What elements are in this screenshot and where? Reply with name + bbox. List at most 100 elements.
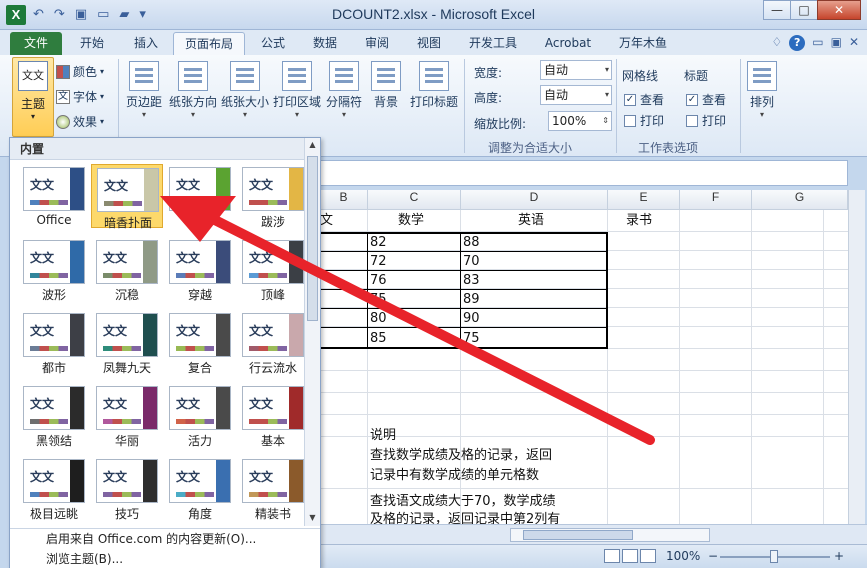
theme-thumbnail[interactable]: 文文 华丽 [91,383,163,448]
height-combo[interactable]: 自动 ▾ [540,85,612,105]
note-line[interactable]: 记录中有数学成绩的单元格数 [370,466,539,485]
theme-thumbnail[interactable]: 文文 沉稳 [91,237,163,302]
theme-thumbnail[interactable]: 文文 活力 [164,383,236,448]
theme-thumbnail[interactable]: 文文 顶峰 [237,237,309,302]
themes-button[interactable]: 文文 主题 ▾ [12,57,54,137]
table-cell[interactable]: 90 [463,309,480,328]
zoom-slider-knob[interactable] [770,550,778,563]
header-cell[interactable]: 文 [320,211,333,230]
formula-bar[interactable] [320,160,848,186]
theme-thumbnail[interactable]: 文文 复合 [164,310,236,375]
headings-view-checkbox[interactable]: ✓ 查看 [686,91,726,108]
horizontal-scrollbar[interactable] [510,528,710,542]
spinner-icon[interactable]: ⇕ [602,112,609,130]
normal-view-icon[interactable] [604,549,620,563]
minimize-button[interactable]: — [763,0,791,20]
note-line[interactable]: 查找数学成绩及格的记录，返回 [370,446,552,465]
scale-spinner[interactable]: 100% ⇕ [548,111,612,131]
arrange-button[interactable]: 排列 ▾ [744,61,780,119]
table-cell[interactable]: 75 [463,329,480,348]
theme-thumbnail[interactable]: 文文 波形 [18,237,90,302]
theme-thumbnail[interactable]: 文文 角度 [164,456,236,521]
theme-thumbnail[interactable]: 文文 聚合 [164,164,236,229]
column-header-d[interactable]: D [461,190,608,210]
theme-thumbnail[interactable]: 文文 跋涉 [237,164,309,229]
tab-formulas[interactable]: 公式 [250,32,296,55]
gridlines-view-checkbox[interactable]: ✓ 查看 [624,91,664,108]
enable-updates-item[interactable]: 启用来自 Office.com 的内容更新(O)... [10,529,320,549]
browse-themes-item[interactable]: 浏览主题(B)... [10,549,320,568]
margins-button[interactable]: 页边距 ▾ [122,61,166,119]
theme-thumbnail[interactable]: 文文 技巧 [91,456,163,521]
print-titles-button[interactable]: 打印标题 [408,61,460,110]
column-header-e[interactable]: E [608,190,680,210]
tab-view[interactable]: 视图 [406,32,452,55]
close-button[interactable]: ✕ [817,0,861,20]
help-icon[interactable]: ? [789,35,806,51]
theme-thumbnail[interactable]: 文文 黑领结 [18,383,90,448]
breaks-button[interactable]: 分隔符 ▾ [324,61,364,119]
note-line[interactable]: 查找语文成绩大于70，数学成绩 [370,492,556,511]
redo-icon[interactable]: ↷ [51,6,68,24]
tab-developer[interactable]: 开发工具 [460,32,526,55]
tab-file[interactable]: 文件 [10,32,62,55]
table-cell[interactable]: 85 [370,329,387,348]
table-cell[interactable]: 82 [370,233,387,252]
zoom-in-icon[interactable]: + [834,549,844,563]
table-cell[interactable]: 76 [370,271,387,290]
save-icon[interactable]: ▣ [72,6,90,24]
orientation-button[interactable]: 纸张方向 ▾ [168,61,218,119]
workbook-restore-icon[interactable]: ▣ [831,35,842,51]
background-button[interactable]: 背景 [368,61,404,110]
table-cell[interactable]: 72 [370,252,387,271]
column-header-b[interactable]: B [320,190,368,210]
theme-thumbnail[interactable]: 文文 精装书 [237,456,309,521]
scroll-thumb[interactable] [523,530,633,540]
size-button[interactable]: 纸张大小 ▾ [220,61,270,119]
page-layout-view-icon[interactable] [622,549,638,563]
theme-thumbnail[interactable]: 文文 Office [18,164,90,228]
theme-thumbnail[interactable]: 文文 穿越 [164,237,236,302]
table-cell[interactable]: 89 [463,290,480,309]
theme-thumbnail[interactable]: 文文 凤舞九天 [91,310,163,375]
table-cell[interactable]: 88 [463,233,480,252]
tab-insert[interactable]: 插入 [122,32,170,55]
header-cell[interactable]: 英语 [518,211,544,230]
theme-thumbnail[interactable]: 文文 极目远眺 [18,456,90,521]
workbook-minimize-icon[interactable]: ▭ [812,35,823,51]
width-combo[interactable]: 自动 ▾ [540,60,612,80]
theme-thumbnail[interactable]: 文文 都市 [18,310,90,375]
maximize-button[interactable]: □ [790,0,818,20]
zoom-out-icon[interactable]: − [708,549,718,563]
fonts-button[interactable]: 文 字体 ▾ [56,88,104,105]
note-title[interactable]: 说明 [370,426,396,445]
column-header-g[interactable]: G [752,190,848,210]
column-header-c[interactable]: C [368,190,461,210]
print-area-button[interactable]: 打印区域 ▾ [272,61,322,119]
page-break-view-icon[interactable] [640,549,656,563]
workbook-close-icon[interactable]: ✕ [849,35,859,51]
theme-thumbnail[interactable]: 文文 基本 [237,383,309,448]
tab-page-layout[interactable]: 页面布局 [173,32,245,55]
column-header-f[interactable]: F [680,190,752,210]
tab-acrobat[interactable]: Acrobat [536,32,600,55]
effects-button[interactable]: 效果 ▾ [56,113,104,130]
new-file-icon[interactable]: ▭ [94,6,112,24]
theme-thumbnail[interactable]: 文文 行云流水 [237,310,309,375]
tab-data[interactable]: 数据 [302,32,348,55]
zoom-level[interactable]: 100% [666,549,700,563]
header-cell[interactable]: 录书 [626,211,652,230]
colors-button[interactable]: 颜色 ▾ [56,63,104,80]
table-cell[interactable]: 83 [463,271,480,290]
scroll-up-icon[interactable]: ▲ [305,138,320,152]
note-line[interactable]: 及格的记录，返回记录中第2列有 [370,510,560,524]
table-cell[interactable]: 75 [370,290,387,309]
theme-thumbnail[interactable]: 文文 暗香扑面 [91,164,163,230]
table-cell[interactable]: 80 [370,309,387,328]
customize-qat-icon[interactable]: ▾ [136,6,149,24]
vertical-scrollbar[interactable] [848,190,865,524]
header-cell[interactable]: 数学 [398,211,424,230]
headings-print-checkbox[interactable]: 打印 [686,112,726,129]
undo-icon[interactable]: ↶ [30,6,47,24]
gridlines-print-checkbox[interactable]: 打印 [624,112,664,129]
